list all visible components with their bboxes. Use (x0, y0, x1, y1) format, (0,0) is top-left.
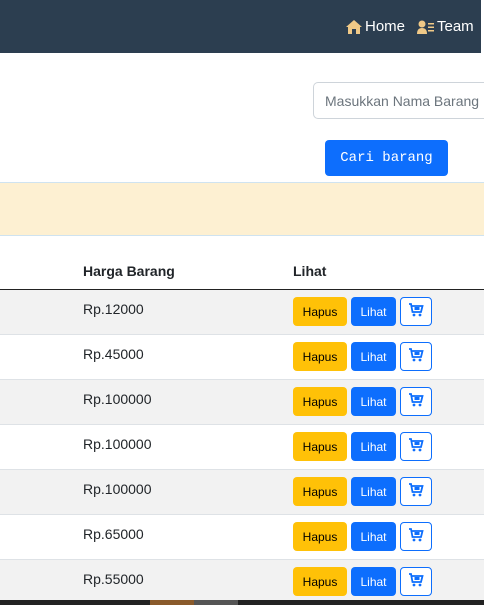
view-button[interactable]: Lihat (351, 342, 396, 371)
item-price: Rp.100000 (83, 436, 152, 452)
item-price: Rp.100000 (83, 481, 152, 497)
add-to-cart-button[interactable] (400, 477, 432, 506)
column-header-view: Lihat (293, 263, 327, 279)
add-to-cart-button[interactable] (400, 387, 432, 416)
add-to-cart-button[interactable] (400, 432, 432, 461)
nav-team-label: Team (437, 18, 474, 35)
add-to-cart-button[interactable] (400, 297, 432, 326)
item-price: Rp.12000 (83, 301, 144, 317)
search-input[interactable] (313, 82, 484, 119)
item-price: Rp.100000 (83, 391, 152, 407)
table-row: Rp.55000 Hapus Lihat (0, 560, 484, 605)
delete-button[interactable]: Hapus (293, 522, 347, 551)
view-button[interactable]: Lihat (351, 432, 396, 461)
table-row: Rp.100000 Hapus Lihat (0, 380, 484, 425)
cart-icon (408, 482, 424, 501)
add-to-cart-button[interactable] (400, 522, 432, 551)
view-button[interactable]: Lihat (351, 567, 396, 596)
cart-icon (408, 302, 424, 321)
cart-icon (408, 527, 424, 546)
add-to-cart-button[interactable] (400, 342, 432, 371)
bottom-bar-segment (194, 600, 238, 605)
view-button[interactable]: Lihat (351, 387, 396, 416)
top-navbar: Home Team (0, 0, 484, 53)
delete-button[interactable]: Hapus (293, 387, 347, 416)
view-button[interactable]: Lihat (351, 477, 396, 506)
add-to-cart-button[interactable] (400, 567, 432, 596)
cart-icon (408, 572, 424, 591)
table-row: Rp.65000 Hapus Lihat (0, 515, 484, 560)
cart-icon (408, 392, 424, 411)
search-button[interactable]: Cari barang (325, 140, 448, 176)
cart-icon (408, 347, 424, 366)
delete-button[interactable]: Hapus (293, 297, 347, 326)
delete-button[interactable]: Hapus (293, 477, 347, 506)
delete-button[interactable]: Hapus (293, 567, 347, 596)
table-row: Rp.100000 Hapus Lihat (0, 470, 484, 515)
nav-home-link[interactable]: Home (345, 18, 405, 35)
view-button[interactable]: Lihat (351, 522, 396, 551)
team-icon (417, 19, 435, 35)
nav-home-label: Home (365, 18, 406, 35)
cart-icon (408, 437, 424, 456)
nav-team-link[interactable]: Team (417, 18, 474, 35)
view-button[interactable]: Lihat (351, 297, 396, 326)
item-price: Rp.45000 (83, 346, 144, 362)
table-row: Rp.45000 Hapus Lihat (0, 335, 484, 380)
item-price: Rp.65000 (83, 526, 144, 542)
table-row: Rp.100000 Hapus Lihat (0, 425, 484, 470)
column-header-price: Harga Barang (83, 263, 175, 279)
bottom-bar (0, 600, 484, 605)
item-price: Rp.55000 (83, 571, 144, 587)
home-icon (345, 19, 363, 35)
delete-button[interactable]: Hapus (293, 342, 347, 371)
delete-button[interactable]: Hapus (293, 432, 347, 461)
table-row: Rp.12000 Hapus Lihat (0, 290, 484, 335)
alert-banner (0, 182, 484, 236)
bottom-bar-segment (150, 600, 194, 605)
